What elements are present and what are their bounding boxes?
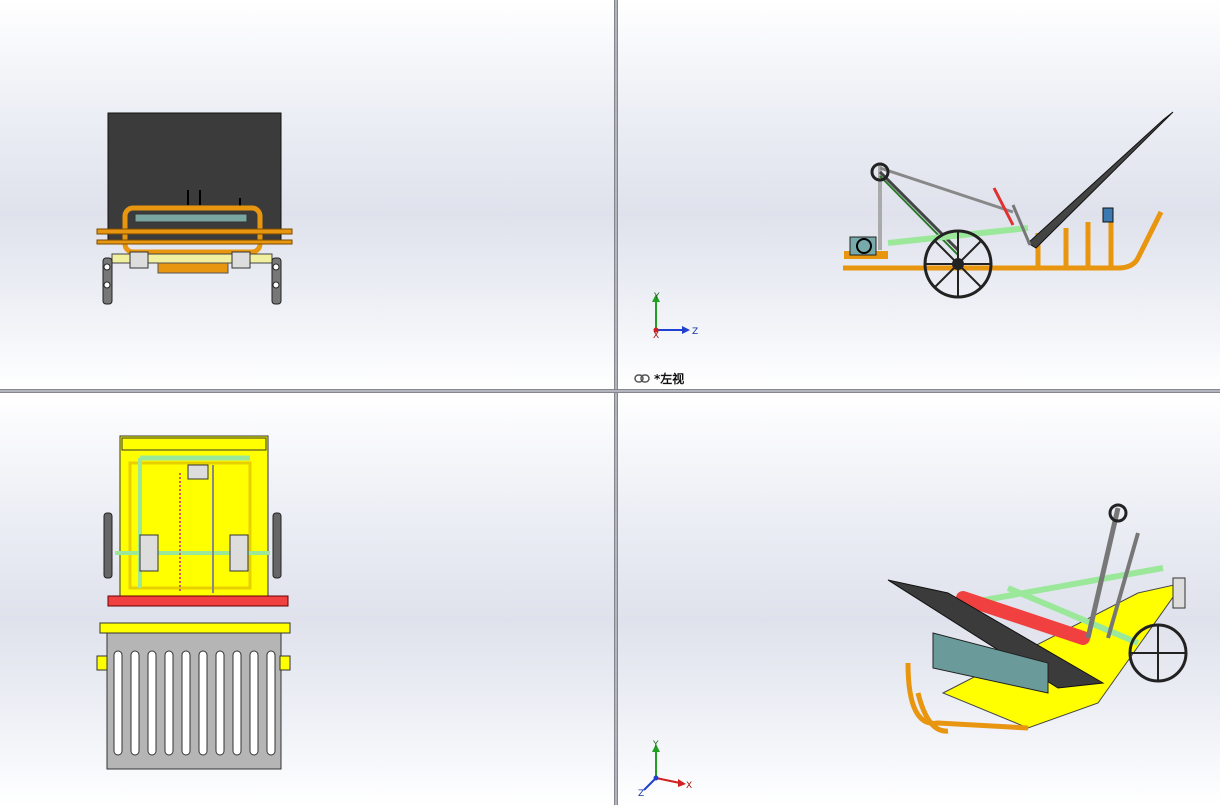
axis-triad: Y X Z	[652, 292, 698, 341]
viewport-vertical-splitter[interactable]	[614, 0, 618, 805]
viewport-isometric[interactable]: Y X Z	[618, 393, 1220, 805]
axis-y-label: Y	[652, 740, 659, 750]
axis-z-label: Z	[638, 789, 644, 798]
view-name-text: *左视	[654, 372, 685, 386]
axis-x-label: X	[686, 781, 692, 791]
viewport-horizontal-splitter[interactable]	[0, 389, 1220, 393]
viewport-front[interactable]	[0, 0, 614, 389]
axis-y-label: Y	[653, 292, 660, 302]
axis-x-label: X	[653, 331, 659, 341]
viewport-left[interactable]: Y X Z *左视	[618, 0, 1220, 389]
axis-z-label: Z	[692, 327, 698, 337]
viewport-top[interactable]	[0, 393, 614, 805]
machine-top-view	[96, 435, 291, 770]
view-name-label: *左视	[634, 370, 684, 387]
link-icon	[634, 374, 650, 383]
machine-front-view	[96, 112, 293, 305]
axis-triad-iso: Y X Z	[638, 740, 692, 798]
